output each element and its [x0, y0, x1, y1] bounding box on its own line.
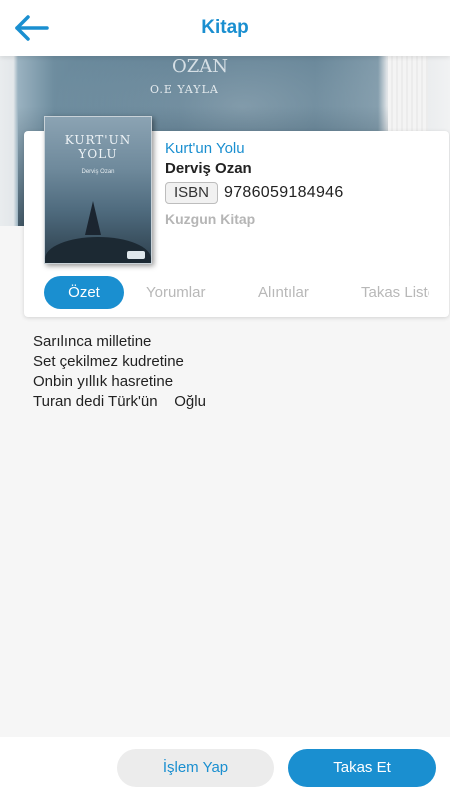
book-cover-image: KURT'UN YOLU Derviş Ozan	[44, 116, 152, 264]
summary-text: Sarılınca milletine Set çekilmez kudreti…	[33, 332, 206, 412]
book-publisher: Kuzgun Kitap	[165, 211, 256, 227]
isbn-value: 9786059184946	[224, 184, 344, 201]
banner-text-author: OZAN	[172, 56, 229, 77]
app-header: Kitap	[0, 0, 450, 56]
banner-text-publisher: O.E YAYLA	[150, 83, 219, 96]
tab-takas-listesi[interactable]: Takas Listesi	[361, 276, 429, 309]
page-title: Kitap	[201, 17, 249, 38]
book-title: Kurt'un Yolu	[165, 140, 245, 157]
summary-line: Set çekilmez kudretine	[33, 353, 184, 370]
takas-et-button[interactable]: Takas Et	[288, 749, 436, 787]
bottom-action-bar: İşlem Yap Takas Et	[0, 737, 450, 800]
tab-alintilar[interactable]: Alıntılar	[258, 276, 309, 309]
cover-hill	[45, 237, 151, 263]
wolf-silhouette	[85, 201, 101, 235]
publisher-logo	[127, 251, 145, 259]
summary-line: Sarılınca milletine	[33, 333, 152, 350]
cover-title: KURT'UN YOLU	[64, 133, 132, 161]
summary-line: Onbin yıllık hasretine	[33, 373, 174, 390]
cover-author: Derviş Ozan	[81, 169, 115, 175]
summary-line: Turan dedi Türk'ün Oğlu	[33, 393, 206, 410]
islem-yap-button[interactable]: İşlem Yap	[117, 749, 274, 787]
book-author: Derviş Ozan	[165, 160, 252, 177]
tab-ozet[interactable]: Özet	[44, 276, 124, 309]
tab-bar: Özet Yorumlar Alıntılar Takas Listesi	[24, 273, 429, 313]
tab-yorumlar[interactable]: Yorumlar	[146, 276, 205, 309]
isbn-label: ISBN	[165, 182, 219, 204]
